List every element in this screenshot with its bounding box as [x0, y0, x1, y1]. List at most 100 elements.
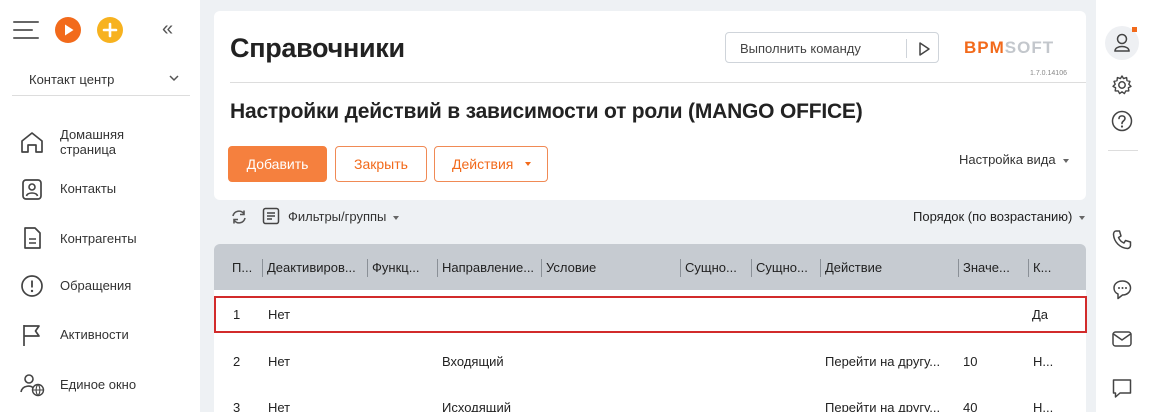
- divider: [906, 39, 907, 58]
- column-header[interactable]: Функц...: [372, 260, 436, 275]
- right-toolbar: [1096, 0, 1150, 412]
- flag-icon: [23, 325, 40, 346]
- sidebar-home-line2: страница: [60, 142, 117, 157]
- department-select[interactable]: Контакт центр: [12, 62, 190, 96]
- table-cell: 10: [963, 354, 978, 369]
- settings-gear-icon[interactable]: [1109, 72, 1135, 98]
- column-separator[interactable]: [958, 259, 959, 277]
- filter-list-icon[interactable]: [262, 207, 280, 225]
- home-icon: [21, 132, 43, 153]
- column-header[interactable]: Деактивиров...: [267, 260, 367, 275]
- sidebar-item-single-window[interactable]: Единое окно: [0, 362, 200, 406]
- table-row[interactable]: 3 Нет Исходящий Перейти на другу... 40 Н…: [214, 382, 1086, 412]
- table-cell: Н...: [1033, 400, 1054, 412]
- department-label: Контакт центр: [29, 72, 115, 87]
- view-settings-label: Настройка вида: [959, 152, 1056, 167]
- main-card: Справочники Выполнить команду BPMSOFT 1.…: [214, 11, 1086, 200]
- caret-down-icon: [525, 162, 531, 166]
- section-title: Настройки действий в зависимости от роли…: [230, 100, 863, 123]
- grid-header: П... Деактивиров... Функц... Направление…: [214, 244, 1086, 290]
- sidebar-item-contacts[interactable]: Контакты: [0, 167, 200, 211]
- column-separator[interactable]: [1028, 259, 1029, 277]
- caret-down-icon: [1062, 158, 1069, 163]
- phone-icon[interactable]: [1109, 227, 1135, 253]
- table-cell: Нет: [268, 354, 291, 369]
- column-header[interactable]: П...: [232, 260, 260, 275]
- sidebar-home-line1: Домашняя: [60, 127, 125, 142]
- caret-down-icon: [393, 215, 400, 220]
- chevron-down-icon: [169, 75, 179, 82]
- help-icon[interactable]: [1109, 108, 1135, 134]
- command-placeholder: Выполнить команду: [740, 41, 861, 56]
- column-separator[interactable]: [680, 259, 681, 277]
- collapse-sidebar-icon[interactable]: «: [162, 18, 173, 40]
- page-title: Справочники: [230, 33, 405, 63]
- column-separator[interactable]: [437, 259, 438, 277]
- user-globe-icon: [20, 374, 45, 397]
- sidebar-item-home[interactable]: Домашняя страница: [0, 120, 200, 164]
- divider: [1108, 150, 1138, 151]
- notification-badge: [1132, 27, 1137, 32]
- column-separator[interactable]: [367, 259, 368, 277]
- sort-label: Порядок (по возрастанию): [913, 209, 1073, 224]
- version-label: 1.7.0.14106: [1030, 70, 1067, 77]
- column-separator[interactable]: [541, 259, 542, 277]
- table-cell: 2: [233, 354, 241, 369]
- column-separator[interactable]: [820, 259, 821, 277]
- sidebar-item-label: Единое окно: [60, 377, 137, 392]
- bpmsoft-logo: BPMSOFT: [964, 38, 1054, 58]
- sidebar-item-label: Домашняя страница: [60, 127, 124, 157]
- column-header[interactable]: Значе...: [963, 260, 1025, 275]
- refresh-icon[interactable]: [229, 207, 249, 227]
- contact-card-icon: [22, 179, 42, 200]
- actions-label: Действия: [452, 156, 514, 172]
- alert-circle-icon: [21, 275, 43, 297]
- sidebar-item-cases[interactable]: Обращения: [0, 264, 200, 308]
- sidebar-item-label: Обращения: [60, 278, 132, 293]
- caret-down-icon: [1079, 215, 1086, 220]
- view-settings-button[interactable]: Настройка вида: [959, 152, 1069, 167]
- add-icon[interactable]: [97, 17, 123, 43]
- chat-bubbles-icon[interactable]: [1109, 277, 1135, 303]
- column-header[interactable]: Действие: [825, 260, 945, 275]
- table-cell: Нет: [268, 400, 291, 412]
- divider: [230, 82, 1086, 83]
- logo-part2: SOFT: [1004, 38, 1055, 57]
- column-header[interactable]: Сущно...: [756, 260, 818, 275]
- sidebar-item-activities[interactable]: Активности: [0, 313, 200, 357]
- sidebar-item-label: Активности: [60, 327, 129, 342]
- table-row[interactable]: 2 Нет Входящий Перейти на другу... 10 Н.…: [214, 336, 1086, 382]
- left-sidebar: « Контакт центр Домашняя страница Контак…: [0, 0, 200, 412]
- table-cell: Н...: [1033, 354, 1054, 369]
- table-cell: Входящий: [442, 354, 504, 369]
- table-cell: 3: [233, 400, 241, 412]
- column-separator[interactable]: [751, 259, 752, 277]
- add-button[interactable]: Добавить: [228, 146, 327, 182]
- table-cell: Перейти на другу...: [825, 400, 941, 412]
- logo-part1: BPM: [964, 38, 1005, 57]
- message-icon[interactable]: [1109, 375, 1135, 401]
- column-separator[interactable]: [262, 259, 263, 277]
- selected-row-highlight: [214, 296, 1087, 333]
- filters-label: Фильтры/группы: [288, 209, 387, 224]
- sort-order-button[interactable]: Порядок (по возрастанию): [913, 209, 1086, 224]
- sidebar-item-label: Контрагенты: [60, 231, 137, 246]
- actions-button[interactable]: Действия: [434, 146, 548, 182]
- menu-icon[interactable]: [13, 21, 39, 41]
- column-header[interactable]: К...: [1033, 260, 1073, 275]
- column-header[interactable]: Направление...: [442, 260, 538, 275]
- play-icon[interactable]: [55, 17, 81, 43]
- table-cell: 40: [963, 400, 978, 412]
- column-header[interactable]: Сущно...: [685, 260, 749, 275]
- filters-groups-button[interactable]: Фильтры/группы: [288, 209, 400, 224]
- sidebar-item-label: Контакты: [60, 181, 117, 196]
- mail-icon[interactable]: [1109, 326, 1135, 352]
- run-command-icon[interactable]: [914, 39, 934, 59]
- close-button[interactable]: Закрыть: [335, 146, 427, 182]
- sidebar-item-accounts[interactable]: Контрагенты: [0, 216, 200, 260]
- document-icon: [24, 227, 41, 249]
- command-input[interactable]: Выполнить команду: [725, 32, 939, 63]
- table-cell: Перейти на другу...: [825, 354, 941, 369]
- column-header[interactable]: Условие: [546, 260, 676, 275]
- table-cell: Исходящий: [442, 400, 511, 412]
